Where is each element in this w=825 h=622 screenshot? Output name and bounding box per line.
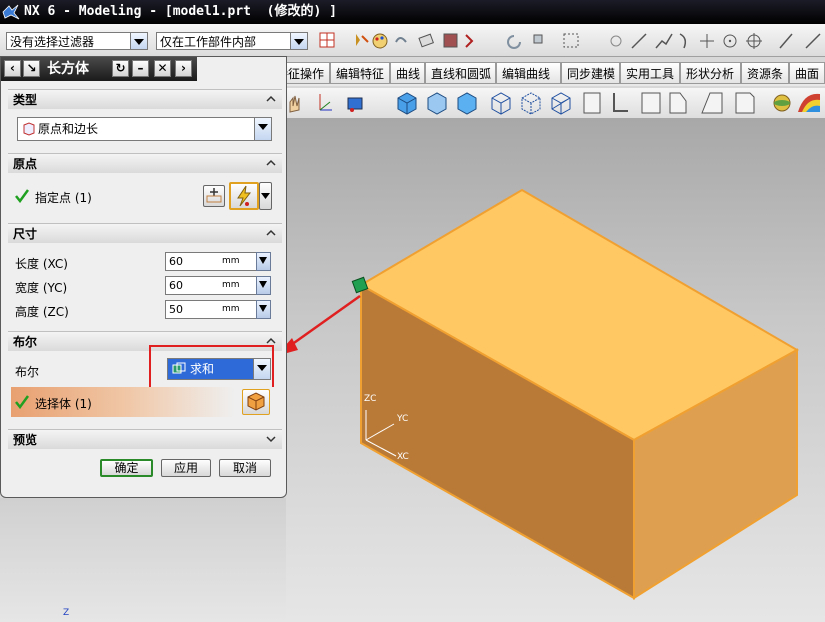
width-unit: mm <box>222 280 240 290</box>
select-body-label: 选择体 (1) <box>35 397 92 411</box>
length-input[interactable]: 60 mm <box>165 252 267 271</box>
section-origin-label: 原点 <box>13 157 38 171</box>
yc-axis-label: YC <box>397 414 409 424</box>
select-body-row[interactable]: 选择体 (1) <box>11 387 274 417</box>
block-dialog: ‹ ↘ 长方体 ↻ – ✕ › 类型 原点和边长 原点 指定点 (1) 尺寸 长… <box>0 56 287 498</box>
check-icon <box>15 189 29 203</box>
solid-body-icon <box>247 392 265 411</box>
chevron-up-icon <box>266 95 276 102</box>
section-dimensions-label: 尺寸 <box>13 227 38 241</box>
apply-button[interactable]: 应用 <box>161 459 211 477</box>
section-preview-label: 预览 <box>13 433 38 447</box>
section-header-preview[interactable]: 预览 <box>8 429 282 449</box>
minimize-button[interactable]: – <box>132 60 149 77</box>
z-axis-label: Z <box>63 608 70 618</box>
chevron-up-icon <box>266 229 276 236</box>
inferred-point-button[interactable] <box>229 182 259 210</box>
width-value: 60 <box>169 279 183 292</box>
length-label: 长度 (XC) <box>15 257 68 271</box>
point-type-dropdown[interactable] <box>259 182 272 210</box>
select-body-button[interactable] <box>242 389 270 415</box>
dialog-header: ‹ ↘ 长方体 ↻ – ✕ › <box>1 57 197 81</box>
block-type-icon <box>23 122 35 136</box>
width-options-button[interactable] <box>256 276 271 295</box>
section-header-type[interactable]: 类型 <box>8 89 282 109</box>
width-input[interactable]: 60 mm <box>165 276 267 295</box>
length-options-button[interactable] <box>256 252 271 271</box>
boolean-label: 布尔 <box>15 365 40 379</box>
lightning-icon <box>237 185 252 207</box>
reset-arrow-button[interactable]: ↘ <box>23 60 40 77</box>
section-header-dimensions[interactable]: 尺寸 <box>8 223 282 243</box>
chevron-down-icon <box>254 118 271 140</box>
dialog-title: 长方体 <box>47 61 89 77</box>
section-header-origin[interactable]: 原点 <box>8 153 282 173</box>
length-unit: mm <box>222 256 240 266</box>
height-unit: mm <box>222 304 240 314</box>
cancel-button[interactable]: 取消 <box>219 459 271 477</box>
section-boolean-label: 布尔 <box>13 335 38 349</box>
point-constructor-icon <box>206 188 222 203</box>
width-label: 宽度 (YC) <box>15 281 68 295</box>
length-value: 60 <box>169 255 183 268</box>
chevron-up-icon <box>266 159 276 166</box>
height-input[interactable]: 50 mm <box>165 300 267 319</box>
specify-point-label: 指定点 (1) <box>35 191 92 205</box>
xc-axis-label: XC <box>397 452 409 462</box>
forward-button[interactable]: › <box>175 60 192 77</box>
type-dropdown[interactable]: 原点和边长 <box>17 117 272 141</box>
chevron-down-icon <box>266 436 276 443</box>
type-value: 原点和边长 <box>38 122 99 136</box>
zc-axis-label: ZC <box>364 394 377 404</box>
height-label: 高度 (ZC) <box>15 305 69 319</box>
height-value: 50 <box>169 303 183 316</box>
back-button[interactable]: ‹ <box>4 60 21 77</box>
section-type-label: 类型 <box>13 93 38 107</box>
close-button[interactable]: ✕ <box>154 60 171 77</box>
check-icon <box>15 395 29 409</box>
callout-arrow-line <box>283 294 361 352</box>
ok-button[interactable]: 确定 <box>100 459 153 477</box>
point-dialog-button[interactable] <box>203 185 225 207</box>
refresh-button[interactable]: ↻ <box>112 60 129 77</box>
height-options-button[interactable] <box>256 300 271 319</box>
chevron-down-icon <box>261 193 270 199</box>
